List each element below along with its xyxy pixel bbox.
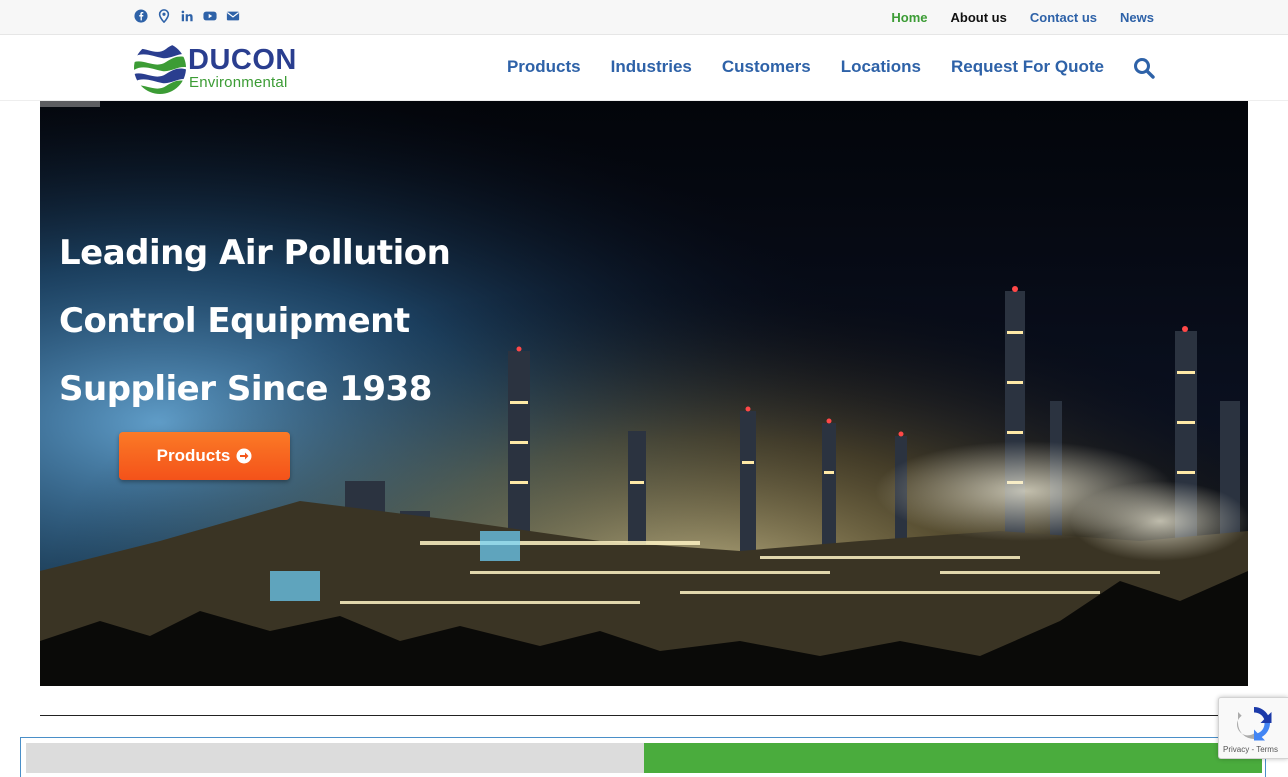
main-header: DUCON Environmental Products Industries …	[0, 35, 1288, 101]
recaptcha-icon	[1237, 707, 1272, 741]
social-links	[134, 9, 240, 23]
top-utility-bar: Home About us Contact us News	[0, 0, 1288, 35]
section-divider	[40, 715, 1248, 716]
main-nav: Products Industries Customers Locations …	[507, 57, 1104, 77]
products-cta-label: Products	[156, 446, 231, 465]
hero-title-line-3: Supplier Since 1938	[59, 369, 432, 409]
facebook-icon[interactable]	[134, 9, 148, 23]
map-marker-icon[interactable]	[157, 9, 171, 23]
toplink-contact-us[interactable]: Contact us	[1030, 10, 1097, 25]
arrow-circle-right-icon	[236, 448, 252, 464]
ducon-logo[interactable]: DUCON Environmental	[134, 40, 304, 96]
nav-customers[interactable]: Customers	[722, 57, 811, 77]
youtube-icon[interactable]	[203, 9, 217, 23]
logo-wave-icon	[134, 42, 186, 94]
bottom-panel-right	[644, 743, 1262, 773]
recaptcha-badge[interactable]: Privacy - Terms	[1218, 697, 1288, 759]
nav-industries[interactable]: Industries	[611, 57, 692, 77]
top-links: Home About us Contact us News	[891, 10, 1154, 25]
nav-products[interactable]: Products	[507, 57, 581, 77]
logo-wordmark: DUCON	[188, 44, 297, 76]
toplink-news[interactable]: News	[1120, 10, 1154, 25]
hero-title-line-2: Control Equipment	[59, 301, 410, 341]
products-cta-button[interactable]: Products	[119, 432, 290, 480]
nav-locations[interactable]: Locations	[841, 57, 921, 77]
hero-banner: Leading Air Pollution Control Equipment …	[40, 101, 1248, 686]
toplink-about-us[interactable]: About us	[951, 10, 1007, 25]
toplink-home[interactable]: Home	[891, 10, 927, 25]
linkedin-icon[interactable]	[180, 9, 194, 23]
slider-tab[interactable]	[40, 101, 100, 107]
hero-title-line-1: Leading Air Pollution	[59, 233, 451, 273]
bottom-panel-left	[26, 743, 644, 773]
recaptcha-privacy-terms[interactable]: Privacy - Terms	[1223, 745, 1278, 754]
logo-subtitle: Environmental	[189, 74, 288, 91]
nav-request-for-quote[interactable]: Request For Quote	[951, 57, 1104, 77]
hero-title: Leading Air Pollution Control Equipment …	[59, 219, 519, 423]
envelope-icon[interactable]	[226, 9, 240, 23]
search-icon[interactable]	[1133, 57, 1155, 79]
